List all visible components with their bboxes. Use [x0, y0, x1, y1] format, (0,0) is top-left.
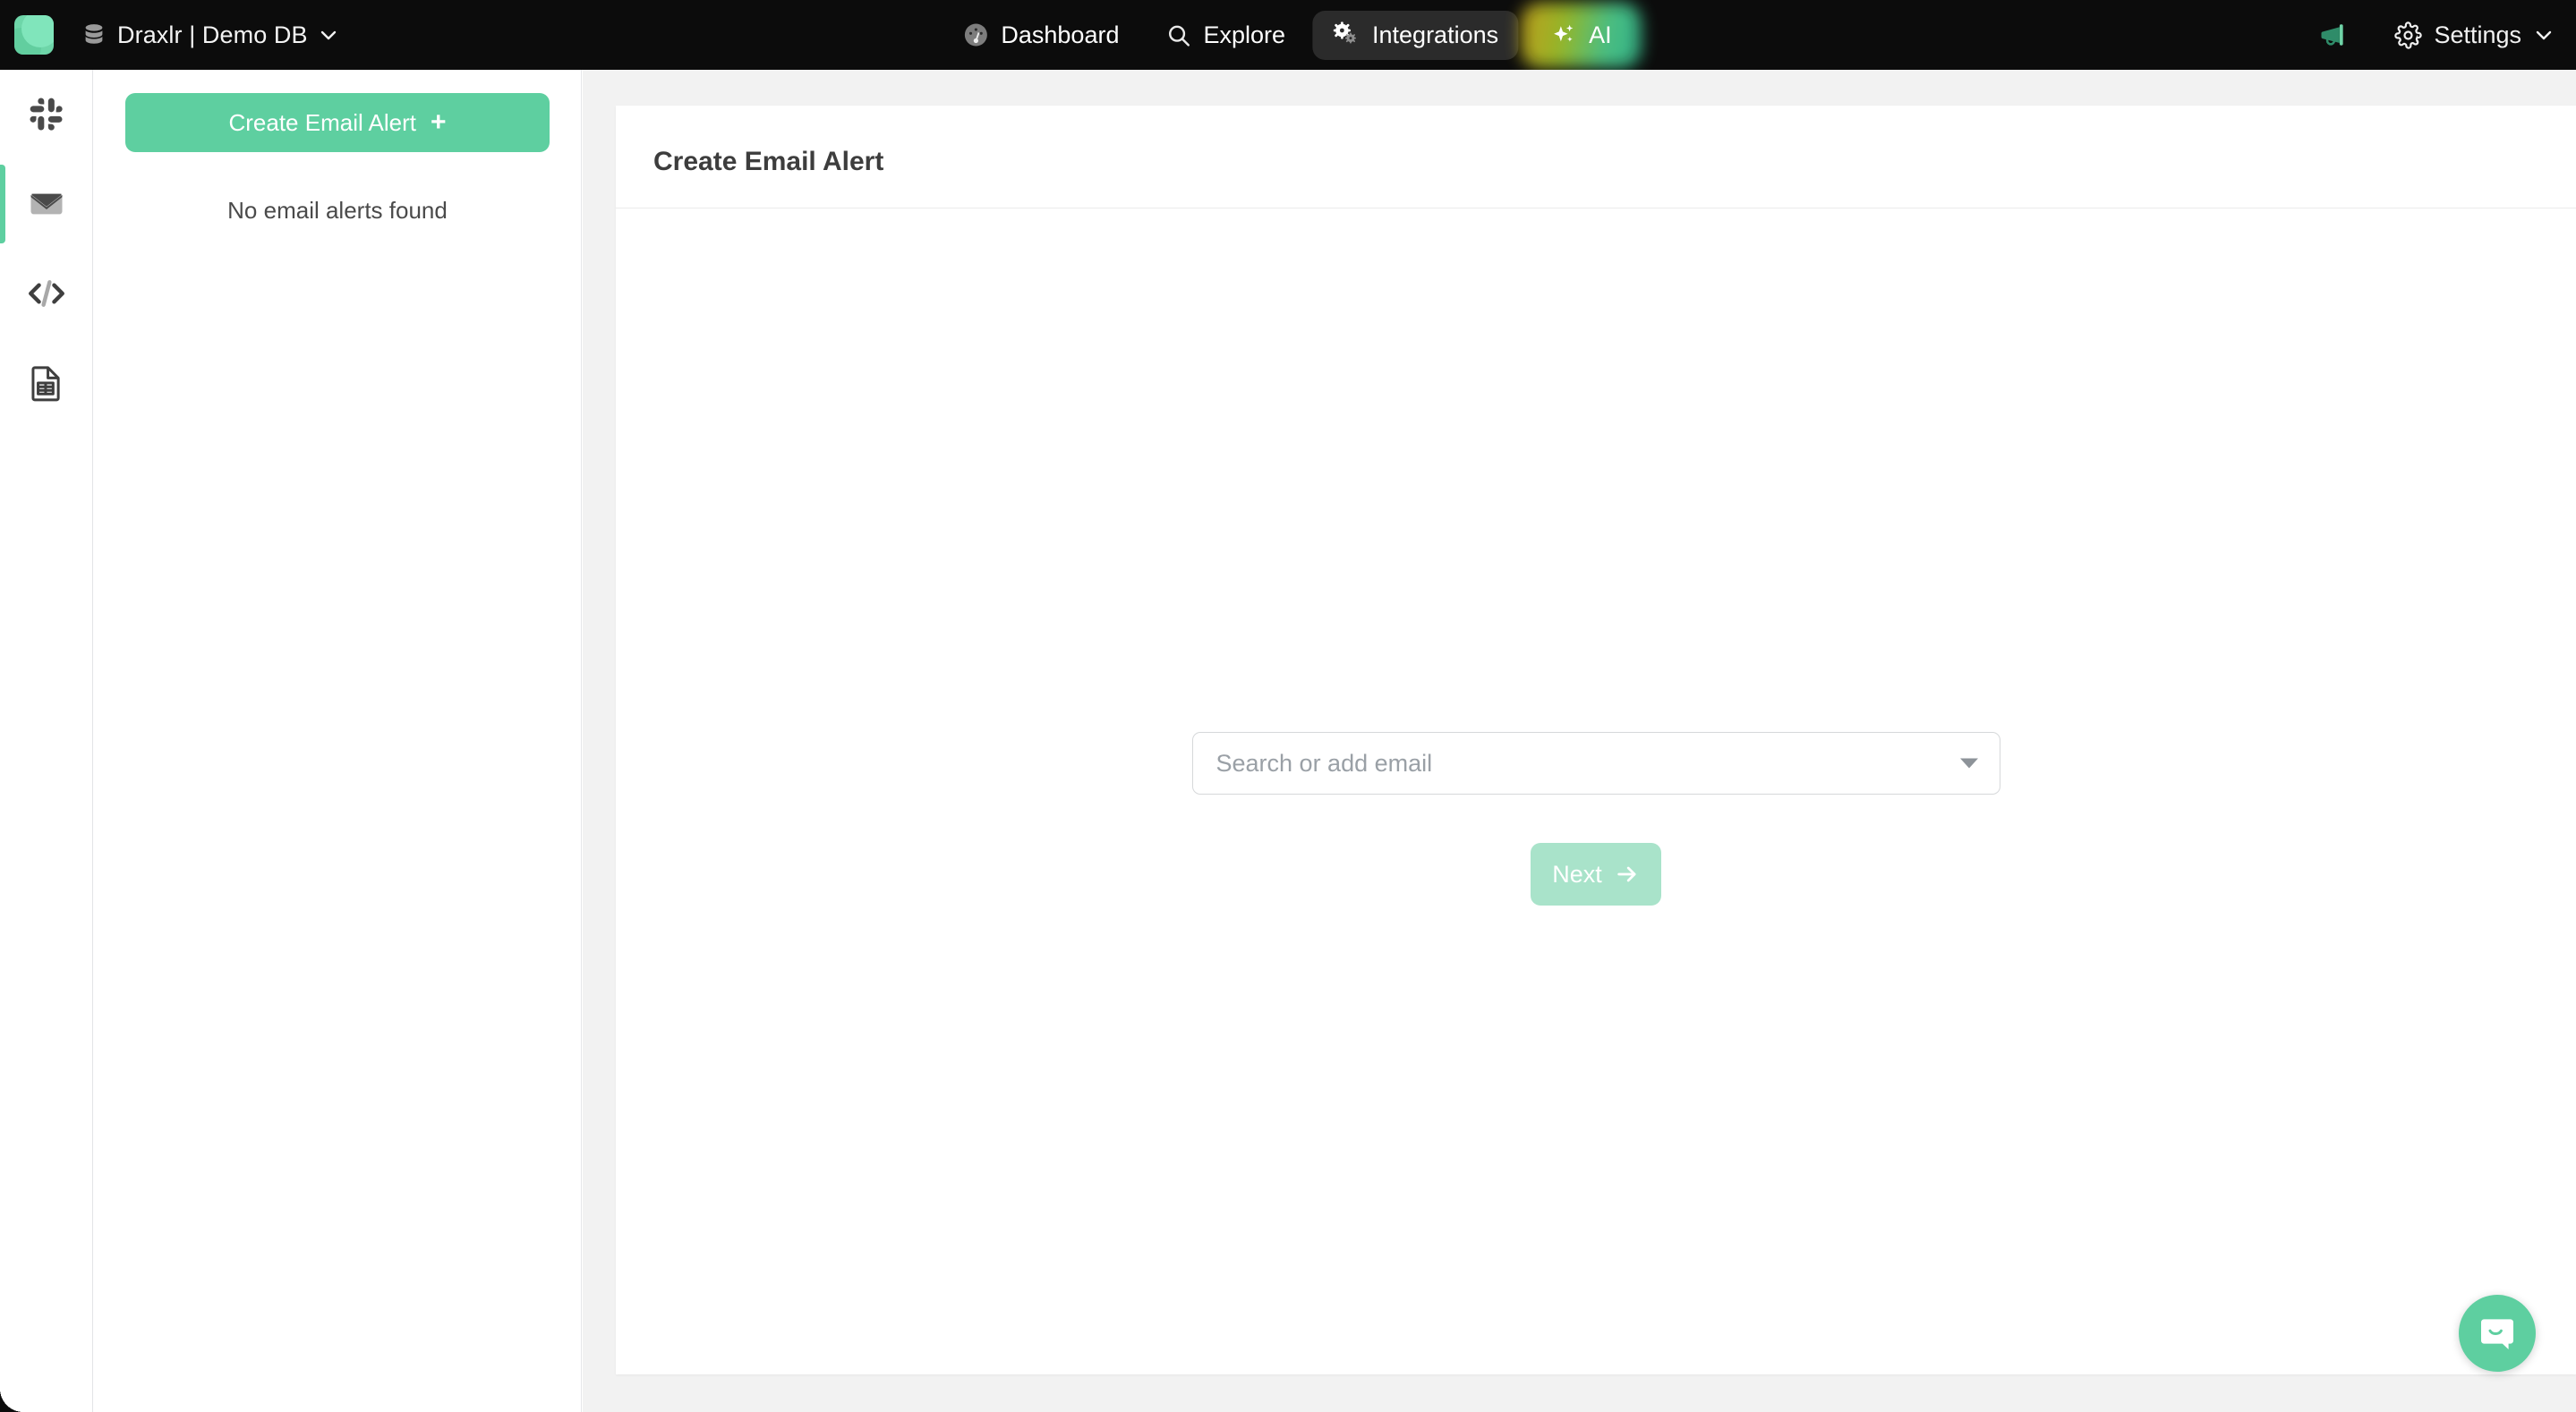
code-icon: [27, 275, 66, 312]
next-button-label: Next: [1552, 860, 1602, 888]
nav-item-ai[interactable]: AI: [1521, 2, 1642, 68]
page-title: Create Email Alert: [653, 147, 884, 176]
rail-item-webhook[interactable]: [0, 249, 93, 338]
create-email-alert-label: Create Email Alert: [228, 108, 416, 136]
chevron-down-icon: [2533, 24, 2555, 46]
database-icon: [81, 21, 107, 48]
empty-state-message: No email alerts found: [227, 197, 448, 224]
arrow-right-icon: [1615, 862, 1640, 887]
next-button[interactable]: Next: [1531, 843, 1661, 906]
create-email-alert-card: Create Email Alert Search or add email N…: [616, 106, 2576, 1374]
envelope-icon: [28, 185, 65, 223]
chevron-down-icon: [318, 24, 339, 46]
email-search-input[interactable]: Search or add email: [1191, 732, 2000, 795]
main-navigation: Dashboard Explore Integrations AI: [943, 0, 1642, 70]
megaphone-icon[interactable]: [2317, 19, 2350, 51]
create-email-alert-button[interactable]: Create Email Alert +: [125, 93, 550, 152]
chat-support-button[interactable]: [2459, 1295, 2536, 1372]
caret-down-icon[interactable]: [1959, 758, 1978, 769]
ai-glow-decoration: [1521, 2, 1642, 68]
rail-item-spreadsheet[interactable]: [0, 338, 93, 428]
main-content-area: Create Email Alert Search or add email N…: [583, 70, 2576, 1412]
nav-label-dashboard: Dashboard: [1001, 21, 1120, 48]
top-bar-right-actions: Settings: [2317, 19, 2555, 51]
sparkle-icon: [1550, 21, 1577, 48]
rail-item-slack[interactable]: [0, 70, 93, 159]
spreadsheet-icon: [29, 364, 64, 402]
integration-icon-rail: [0, 70, 93, 1412]
gears-icon: [1332, 21, 1361, 48]
settings-label: Settings: [2434, 21, 2521, 48]
email-alert-form: Search or add email Next: [616, 732, 2576, 906]
nav-item-dashboard[interactable]: Dashboard: [943, 11, 1139, 60]
chat-bubble-smile-icon: [2476, 1312, 2519, 1355]
gauge-icon: [962, 21, 989, 48]
database-selector[interactable]: Draxlr | Demo DB: [81, 21, 339, 49]
gear-icon: [2394, 21, 2423, 49]
rail-item-email[interactable]: [0, 159, 93, 249]
top-navigation-bar: Draxlr | Demo DB Dashboard Explore Integ…: [0, 0, 2576, 70]
nav-label-ai: AI: [1589, 21, 1612, 48]
slack-icon: [29, 97, 64, 132]
nav-label-integrations: Integrations: [1372, 21, 1499, 48]
database-name-label: Draxlr | Demo DB: [117, 21, 308, 48]
rail-bottom-corner-decoration: [0, 1389, 23, 1412]
search-icon: [1165, 22, 1191, 48]
draxlr-logo-icon[interactable]: [14, 15, 54, 55]
email-alerts-panel: Create Email Alert + No email alerts fou…: [94, 70, 582, 1412]
nav-label-explore: Explore: [1203, 21, 1286, 48]
settings-menu[interactable]: Settings: [2394, 21, 2555, 49]
app-root: Draxlr | Demo DB Dashboard Explore Integ…: [0, 0, 2576, 1412]
nav-item-explore[interactable]: Explore: [1146, 11, 1305, 60]
nav-item-integrations[interactable]: Integrations: [1312, 10, 1519, 60]
plus-icon: +: [431, 107, 447, 137]
email-input-placeholder: Search or add email: [1215, 749, 1433, 777]
